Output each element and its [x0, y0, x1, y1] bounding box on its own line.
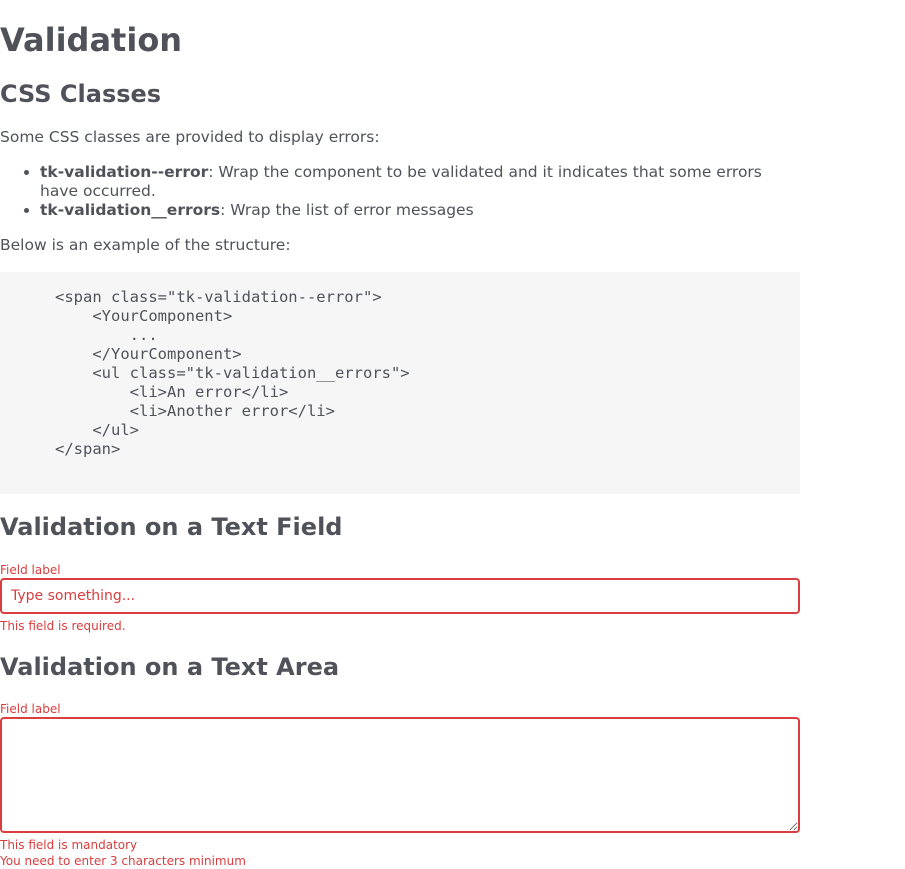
list-item: tk-validation__errors: Wrap the list of …: [40, 201, 800, 220]
text-field-input[interactable]: [0, 578, 800, 614]
text-field-label: Field label: [0, 563, 61, 577]
code-block: <span class="tk-validation--error"> <You…: [0, 272, 800, 494]
css-classes-list: tk-validation--error: Wrap the component…: [0, 163, 800, 220]
class-name-errors: tk-validation__errors: [40, 201, 221, 219]
text-area-error: This field is mandatory: [0, 838, 138, 852]
text-area-heading: Validation on a Text Area: [0, 653, 340, 681]
css-classes-intro: Some CSS classes are provided to display…: [0, 128, 380, 146]
text-area-error-list: This field is mandatory You need to ente…: [0, 837, 246, 869]
page-title: Validation: [0, 21, 183, 59]
code-snippet: <span class="tk-validation--error"> <You…: [55, 288, 410, 458]
text-field-heading: Validation on a Text Field: [0, 513, 343, 541]
class-name-error: tk-validation--error: [40, 163, 209, 181]
text-area-input[interactable]: [0, 717, 800, 833]
class-desc-errors: : Wrap the list of error messages: [220, 201, 474, 219]
text-field-error: This field is required.: [0, 619, 126, 633]
text-area-error: You need to enter 3 characters minimum: [0, 854, 246, 868]
text-area-label: Field label: [0, 702, 61, 716]
structure-intro: Below is an example of the structure:: [0, 236, 291, 254]
css-classes-heading: CSS Classes: [0, 80, 162, 108]
list-item: tk-validation--error: Wrap the component…: [40, 163, 800, 201]
